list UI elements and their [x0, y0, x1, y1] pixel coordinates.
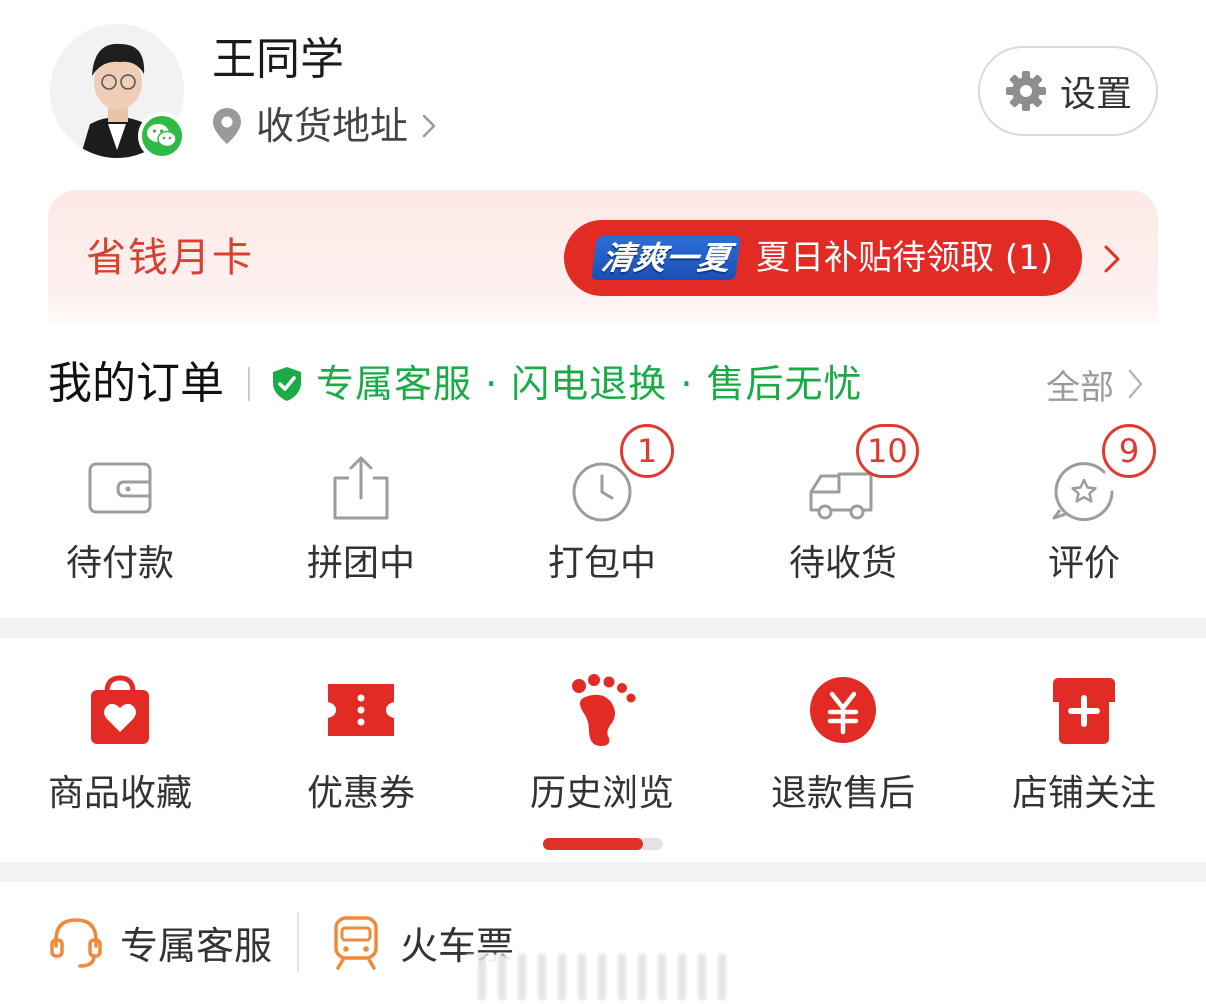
wechat-icon [138, 112, 186, 160]
headset-icon [50, 918, 102, 968]
service-label: 专属客服 [120, 923, 273, 968]
tool-history[interactable]: 历史浏览 [492, 668, 712, 828]
favorite-bag-icon [91, 675, 149, 744]
address-label: 收货地址 [256, 104, 409, 148]
order-pending-payment[interactable]: 待付款 [20, 446, 220, 596]
service-customer-support[interactable]: 专属客服 [48, 910, 272, 974]
order-item-label: 待付款 [65, 543, 174, 584]
order-item-label: 评价 [1047, 543, 1120, 584]
all-orders-label: 全部 [1046, 367, 1114, 408]
chevron-right-icon [1128, 369, 1143, 399]
address-link[interactable]: 收货地址 [210, 100, 440, 152]
tool-label: 退款售后 [770, 773, 915, 814]
section-separator [0, 862, 1206, 882]
yuan-refund-icon [810, 677, 876, 743]
gear-icon [1005, 71, 1046, 111]
watermark [466, 954, 726, 1000]
services-row: 专属客服 火车票 [0, 882, 1206, 1004]
order-pending-receipt[interactable]: 待收货 [743, 446, 943, 596]
avatar[interactable] [50, 24, 186, 160]
footprint-icon [572, 674, 636, 746]
savings-card[interactable]: 省钱月卡 清爽一夏 夏日补贴待领取 (1) [48, 190, 1158, 340]
tools-scroll-indicator [543, 838, 663, 850]
savings-card-title: 省钱月卡 [86, 235, 254, 281]
tool-favorites[interactable]: 商品收藏 [10, 668, 230, 828]
coupon-icon [328, 684, 394, 736]
tool-label: 优惠券 [306, 773, 415, 814]
order-group-buying[interactable]: 拼团中 [261, 446, 461, 596]
tools-scroll-thumb [543, 838, 643, 850]
orders-card: 我的订单 专属客服 · 闪电退换 · 售后无忧 全部 待付款 拼团中 打包中 1… [0, 322, 1206, 618]
promo-text: 夏日补贴待领取 (1) [756, 238, 1053, 278]
wallet-icon [88, 462, 152, 514]
tool-label: 店铺关注 [1011, 773, 1156, 814]
service-guarantee-text: 专属客服 · 闪电退换 · 售后无忧 [316, 362, 863, 406]
username: 王同学 [212, 34, 344, 85]
section-separator [0, 618, 1206, 638]
divider [297, 912, 299, 972]
shield-check-icon [273, 367, 301, 401]
review-count-badge: 9 [1102, 424, 1156, 478]
packing-count-badge: 1 [620, 424, 674, 478]
orders-title: 我的订单 [48, 358, 224, 409]
order-review[interactable]: 评价 [984, 446, 1184, 596]
train-icon [334, 916, 378, 970]
order-packing[interactable]: 打包中 [502, 446, 702, 596]
tool-followed-stores[interactable]: 店铺关注 [974, 668, 1194, 828]
tool-label: 商品收藏 [47, 773, 192, 814]
tools-row: 商品收藏 优惠券 历史浏览 退款售后 店铺关注 [0, 638, 1206, 862]
settings-label: 设置 [1059, 74, 1132, 115]
profile-header: 王同学 收货地址 设置 [0, 0, 1206, 190]
order-item-label: 待收货 [788, 543, 897, 584]
settings-button[interactable]: 设置 [978, 46, 1158, 136]
order-item-label: 拼团中 [306, 543, 415, 584]
share-box-icon [333, 456, 389, 520]
location-pin-icon [213, 108, 241, 144]
orders-header: 我的订单 专属客服 · 闪电退换 · 售后无忧 [48, 352, 862, 416]
summer-subsidy-button[interactable]: 清爽一夏 夏日补贴待领取 (1) [564, 220, 1082, 296]
tool-label: 历史浏览 [529, 773, 674, 814]
promo-logo: 清爽一夏 [590, 236, 742, 280]
order-item-label: 打包中 [547, 543, 656, 584]
divider [248, 367, 250, 401]
tool-refunds[interactable]: 退款售后 [733, 668, 953, 828]
chevron-right-icon [1104, 245, 1120, 273]
delivery-count-badge: 10 [856, 424, 919, 478]
all-orders-link[interactable]: 全部 [1046, 358, 1146, 410]
store-follow-icon [1053, 678, 1115, 744]
tool-coupons[interactable]: 优惠券 [251, 668, 471, 828]
chevron-right-icon [422, 114, 436, 138]
